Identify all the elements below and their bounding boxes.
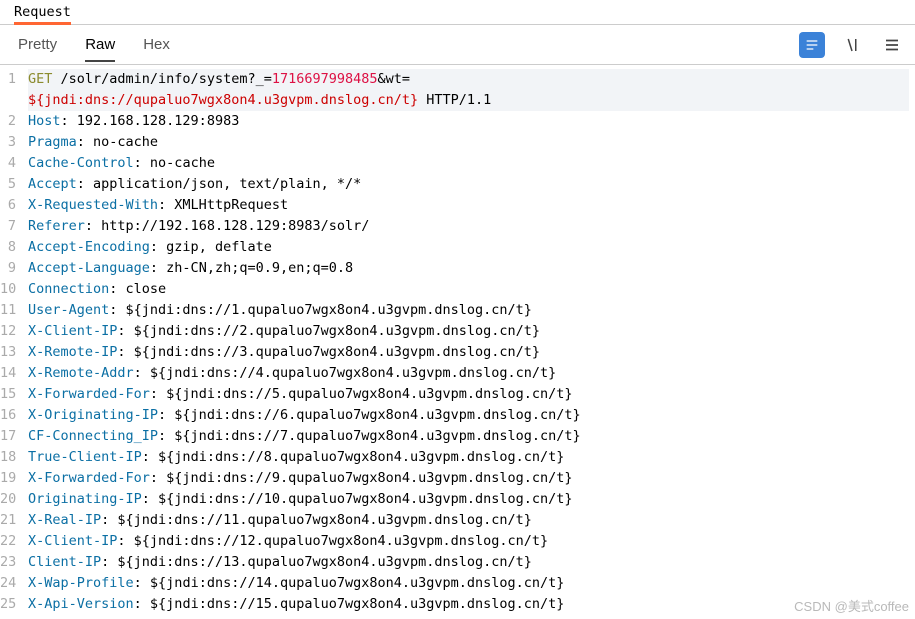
tab-request[interactable]: Request bbox=[14, 0, 71, 24]
toolbar: Pretty Raw Hex bbox=[0, 25, 915, 65]
http-request-text[interactable]: GET /solr/admin/info/system?_=1716697998… bbox=[22, 65, 915, 619]
tab-hex[interactable]: Hex bbox=[143, 27, 170, 62]
line-gutter: 1234567891011121314151617181920212223242… bbox=[0, 65, 22, 619]
newline-icon[interactable] bbox=[839, 32, 865, 58]
view-tabs: Pretty Raw Hex bbox=[10, 27, 170, 62]
top-tab-bar: Request bbox=[0, 0, 915, 25]
menu-icon[interactable] bbox=[879, 32, 905, 58]
code-area: 1234567891011121314151617181920212223242… bbox=[0, 65, 915, 619]
actions-icon[interactable] bbox=[799, 32, 825, 58]
tab-pretty[interactable]: Pretty bbox=[18, 27, 57, 62]
tab-raw[interactable]: Raw bbox=[85, 27, 115, 62]
toolbar-actions bbox=[799, 32, 905, 58]
